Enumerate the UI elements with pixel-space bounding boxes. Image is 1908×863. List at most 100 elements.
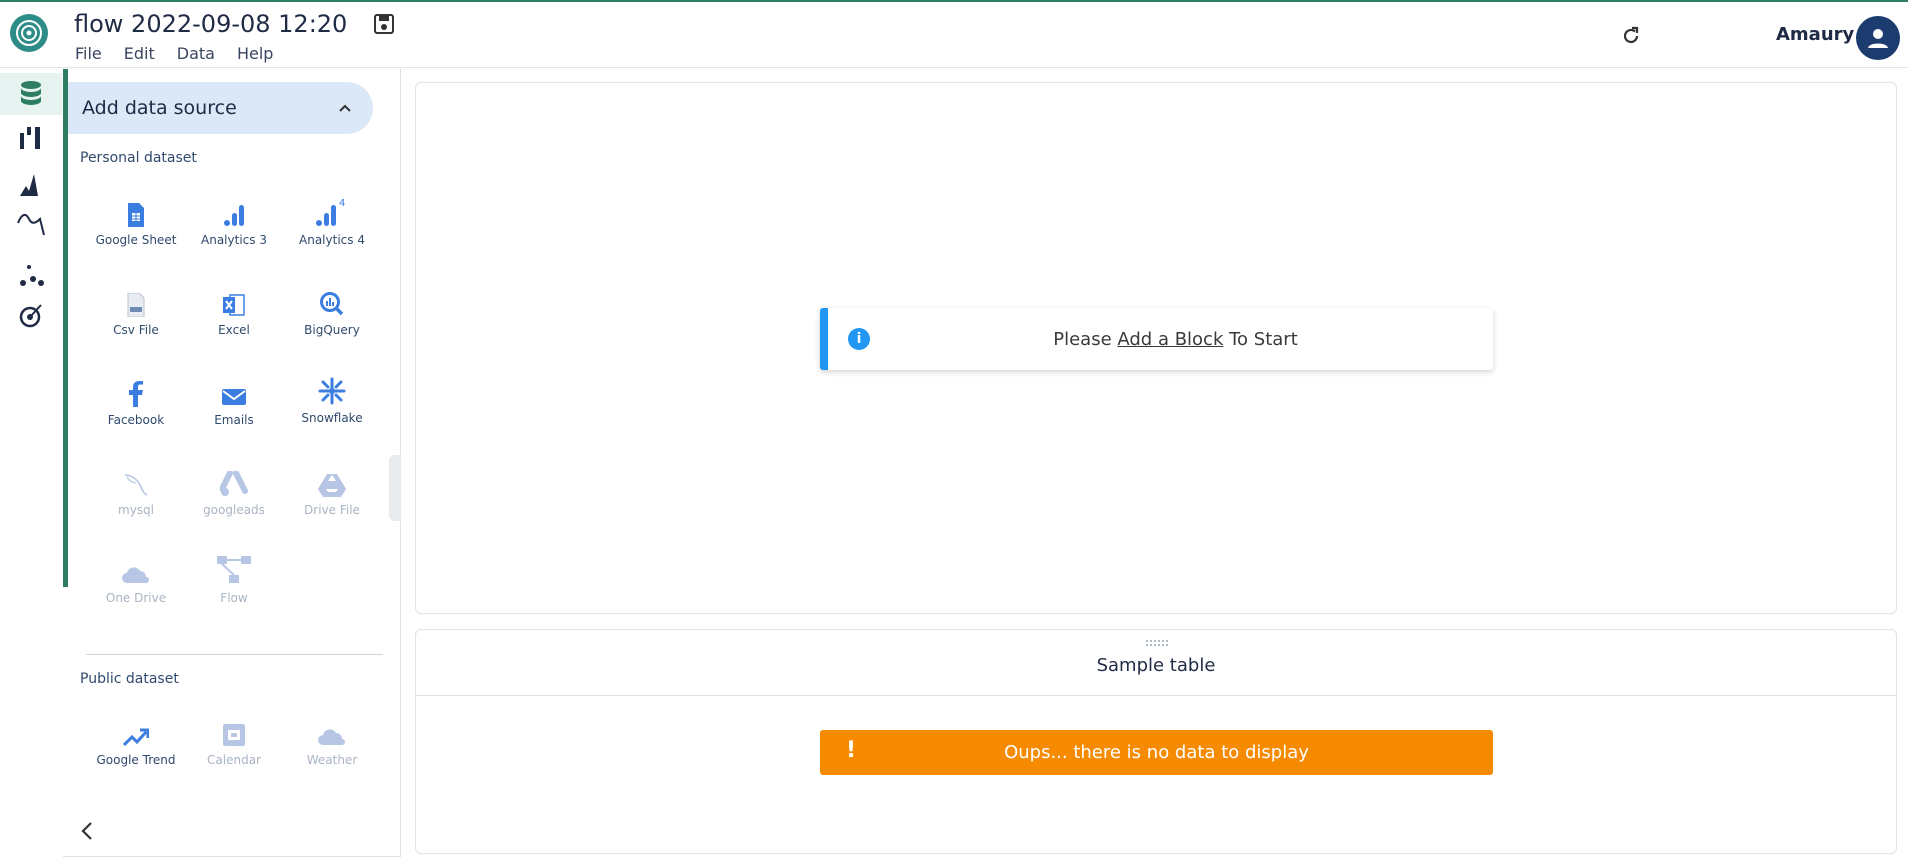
source-google-sheet[interactable]: Google Sheet: [88, 193, 184, 247]
flow-title[interactable]: flow 2022-09-08 12:20: [74, 10, 347, 38]
snowflake-icon: [318, 377, 346, 405]
analytics-badge: 4: [339, 198, 345, 209]
source-label: BigQuery: [304, 323, 360, 337]
info-prefix: Please: [1053, 328, 1118, 350]
info-icon: i: [848, 328, 870, 350]
source-label: Google Sheet: [95, 233, 177, 247]
avatar[interactable]: [1856, 16, 1900, 60]
add-data-source-header[interactable]: Add data source: [68, 82, 373, 134]
scatter-icon: [20, 265, 44, 286]
save-icon[interactable]: [372, 12, 396, 36]
menu-bar: File Edit Data Help: [75, 44, 273, 63]
source-label: Facebook: [107, 413, 165, 427]
source-emails[interactable]: Emails: [186, 373, 282, 427]
source-snowflake[interactable]: Snowflake: [284, 371, 380, 425]
bars-icon: [20, 127, 40, 149]
source-mysql: mysql: [88, 463, 184, 517]
table-divider: [416, 695, 1896, 696]
info-suffix: To Start: [1223, 328, 1298, 350]
drive-icon: [318, 474, 346, 497]
trend-icon: [123, 728, 149, 747]
user-icon: [1868, 29, 1888, 48]
source-calendar: Calendar: [186, 713, 282, 767]
curve-icon: [17, 213, 45, 236]
section-divider: [86, 654, 383, 655]
source-drive-file: Drive File: [284, 463, 380, 517]
add-block-link[interactable]: Add a Block: [1117, 329, 1223, 350]
warning-icon: !: [846, 738, 857, 763]
google-ads-icon: [220, 471, 248, 496]
source-google-trend[interactable]: Google Trend: [88, 713, 184, 767]
analytics-4-icon: 4: [316, 198, 345, 226]
source-weather: Weather: [284, 713, 380, 767]
source-googleads: googleads: [186, 463, 282, 517]
menu-data[interactable]: Data: [177, 44, 215, 63]
collapse-panel-button[interactable]: [78, 820, 98, 842]
menu-file[interactable]: File: [75, 44, 102, 63]
bigquery-icon: [320, 292, 344, 316]
source-excel[interactable]: Excel: [186, 283, 282, 337]
source-label: Weather: [306, 753, 358, 767]
section-title: Add data source: [82, 97, 237, 119]
target-icon: [19, 304, 42, 328]
source-label: Emails: [214, 413, 254, 427]
analytics-icon: [224, 205, 244, 226]
resize-grip-icon[interactable]: [1145, 632, 1169, 646]
source-label: Snowflake: [301, 411, 363, 425]
source-label: Analytics 4: [299, 233, 365, 247]
email-icon: [222, 389, 246, 405]
source-facebook[interactable]: Facebook: [88, 373, 184, 427]
rail-target[interactable]: [0, 294, 62, 336]
cloud-icon: [122, 567, 149, 583]
source-analytics-3[interactable]: Analytics 3: [186, 193, 282, 247]
chevron-up-icon: [339, 104, 351, 112]
logo-icon: [16, 20, 42, 46]
source-label: mysql: [118, 503, 154, 517]
excel-icon: [223, 294, 245, 316]
user-name[interactable]: Amaury: [1776, 24, 1854, 45]
source-label: Calendar: [207, 753, 261, 767]
no-data-alert: ! Oups... there is no data to display: [820, 730, 1493, 775]
rail-bars[interactable]: [0, 117, 62, 159]
rail-curve[interactable]: [0, 203, 62, 245]
rail-peak-chart[interactable]: [0, 164, 62, 206]
flow-icon: [217, 556, 251, 583]
refresh-icon[interactable]: [1619, 24, 1643, 48]
csv-file-icon: [127, 293, 145, 317]
rail-data-sources[interactable]: [0, 73, 62, 115]
menu-help[interactable]: Help: [237, 44, 273, 63]
chevron-left-icon: [81, 822, 92, 840]
source-label: Excel: [218, 323, 250, 337]
personal-dataset-label: Personal dataset: [80, 150, 197, 166]
app-logo[interactable]: [10, 14, 48, 52]
source-analytics-4[interactable]: 4 Analytics 4: [284, 193, 380, 247]
mysql-icon: [124, 474, 148, 496]
calendar-icon: [223, 724, 245, 746]
weather-icon: [318, 729, 345, 745]
source-label: Flow: [220, 591, 248, 605]
source-label: One Drive: [105, 591, 167, 605]
source-bigquery[interactable]: BigQuery: [284, 283, 380, 337]
database-icon: [21, 81, 41, 105]
sample-table-title: Sample table: [1096, 655, 1216, 676]
panel-resize-handle[interactable]: [389, 455, 401, 521]
menu-edit[interactable]: Edit: [124, 44, 155, 63]
source-label: googleads: [203, 503, 265, 517]
source-flow: Flow: [186, 551, 282, 605]
google-sheet-icon: [128, 203, 144, 227]
no-data-message: Oups... there is no data to display: [1004, 742, 1309, 763]
source-one-drive: One Drive: [88, 551, 184, 605]
source-label: Google Trend: [96, 753, 176, 767]
info-text: Please Add a Block To Start: [828, 329, 1493, 350]
peak-chart-icon: [20, 174, 38, 196]
info-message: i Please Add a Block To Start: [820, 308, 1493, 370]
source-csv-file[interactable]: Csv File: [88, 283, 184, 337]
source-label: Analytics 3: [201, 233, 267, 247]
app-header: flow 2022-09-08 12:20 File Edit Data Hel…: [0, 2, 1908, 68]
panel-accent-bar: [63, 69, 68, 587]
facebook-icon: [129, 381, 143, 407]
public-dataset-label: Public dataset: [80, 671, 179, 687]
source-label: Csv File: [113, 323, 159, 337]
source-label: Drive File: [304, 503, 360, 517]
rail-scatter[interactable]: [0, 254, 62, 296]
